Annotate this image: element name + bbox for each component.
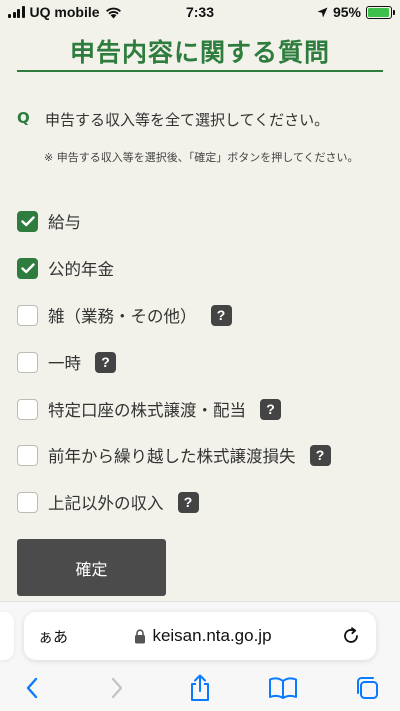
help-icon[interactable]: ? xyxy=(309,444,331,466)
question-marker: Q xyxy=(17,109,30,127)
option-label: 公的年金 xyxy=(48,260,114,279)
url-display[interactable]: keisan.nta.go.jp xyxy=(86,626,320,646)
help-icon[interactable]: ? xyxy=(95,351,116,373)
forward-button[interactable] xyxy=(102,674,132,702)
other-income-checkbox[interactable] xyxy=(17,491,38,513)
browser-toolbar xyxy=(0,670,400,706)
salary-checkbox[interactable] xyxy=(17,210,38,232)
status-right: 95% xyxy=(317,4,395,20)
option-salary[interactable]: 給与 xyxy=(17,209,81,233)
specified-account-checkbox[interactable] xyxy=(17,398,38,420)
confirm-button[interactable]: 確定 xyxy=(17,539,166,596)
option-label: 雑（業務・その他） xyxy=(48,307,197,326)
address-bar[interactable]: ぁあ keisan.nta.go.jp xyxy=(24,612,376,660)
option-label: 前年から繰り越した株式譲渡損失 xyxy=(48,447,296,466)
book-icon xyxy=(269,677,297,699)
share-button[interactable] xyxy=(185,674,215,702)
public-pension-checkbox[interactable] xyxy=(17,257,38,279)
chevron-right-icon xyxy=(111,677,123,699)
temporary-checkbox[interactable] xyxy=(17,351,38,373)
location-arrow-icon xyxy=(317,7,328,17)
battery-percent: 95% xyxy=(332,4,361,20)
help-icon[interactable]: ? xyxy=(177,491,199,513)
previous-tab-edge[interactable] xyxy=(0,612,14,660)
help-icon[interactable]: ? xyxy=(260,398,281,420)
option-label: 一時 xyxy=(48,354,81,373)
battery-icon xyxy=(366,5,395,19)
share-icon xyxy=(191,674,209,701)
instruction-note: ※ 申告する収入等を選択後、「確定」ボタンを押してください。 xyxy=(44,151,359,164)
option-other-income[interactable]: 上記以外の収入 ? xyxy=(17,490,199,514)
option-specified-account[interactable]: 特定口座の株式譲渡・配当 ? xyxy=(17,397,281,421)
page-title: 申告内容に関する質問 xyxy=(69,38,330,67)
back-button[interactable] xyxy=(17,674,47,702)
bookmarks-button[interactable] xyxy=(268,674,298,702)
reload-icon[interactable] xyxy=(340,625,362,647)
option-label: 上記以外の収入 xyxy=(48,494,164,513)
status-bar: UQ mobile 7:33 95% xyxy=(0,0,400,24)
check-icon xyxy=(20,262,35,273)
url-text: keisan.nta.go.jp xyxy=(152,626,272,645)
miscellaneous-checkbox[interactable] xyxy=(17,304,38,326)
title-divider xyxy=(17,70,383,72)
help-icon[interactable]: ? xyxy=(210,304,232,326)
option-public-pension[interactable]: 公的年金 xyxy=(17,256,114,280)
tabs-icon xyxy=(357,677,378,699)
option-label: 特定口座の株式譲渡・配当 xyxy=(48,401,246,420)
carried-loss-checkbox[interactable] xyxy=(17,444,38,466)
battery-fill xyxy=(368,7,389,17)
tabs-button[interactable] xyxy=(352,674,382,702)
question: Q 申告する収入等を全て選択してください。 xyxy=(17,109,387,130)
option-miscellaneous[interactable]: 雑（業務・その他） ? xyxy=(17,303,232,327)
reader-aa-button[interactable]: ぁあ xyxy=(38,626,86,647)
option-temporary[interactable]: 一時 ? xyxy=(17,350,116,374)
check-icon xyxy=(20,215,35,226)
lock-icon xyxy=(135,628,146,643)
option-label: 給与 xyxy=(48,213,81,232)
option-carried-loss[interactable]: 前年から繰り越した株式譲渡損失 ? xyxy=(17,443,331,467)
chevron-left-icon xyxy=(26,677,38,699)
question-text: 申告する収入等を全て選択してください。 xyxy=(45,111,330,129)
